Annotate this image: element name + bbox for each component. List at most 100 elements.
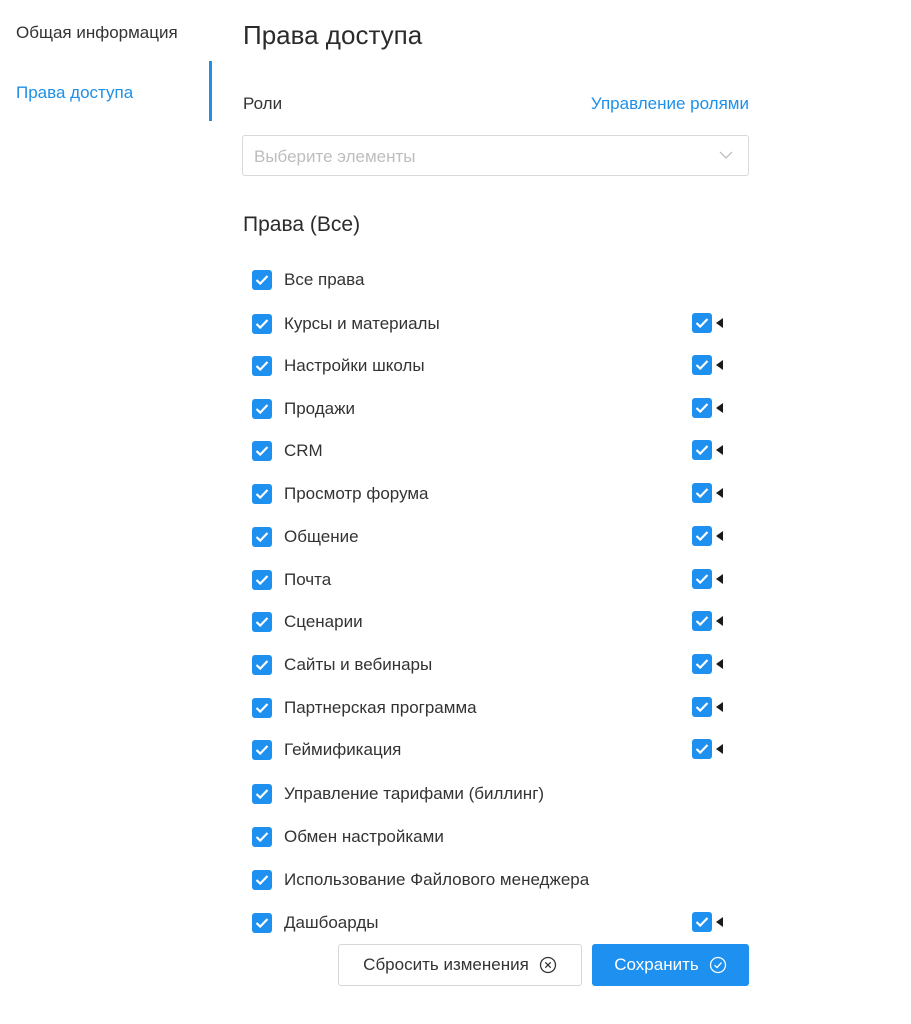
sub-permissions-checkbox[interactable]	[692, 398, 712, 418]
permission-label: Сценарии	[284, 612, 363, 631]
permission-checkbox[interactable]	[252, 314, 272, 334]
sub-permissions-checkbox[interactable]	[692, 739, 712, 759]
reset-button-label: Сбросить изменения	[363, 955, 529, 974]
permission-label: Сайты и вебинары	[284, 655, 433, 674]
sub-permissions-checkbox[interactable]	[692, 355, 712, 375]
permission-label: Использование Файлового менеджера	[284, 870, 590, 889]
permission-label: Все права	[284, 270, 365, 289]
caret-left-icon[interactable]	[716, 488, 723, 498]
sidebar-item-general-info[interactable]: Общая информация	[16, 22, 178, 44]
permission-label: Управление тарифами (биллинг)	[284, 784, 545, 803]
sidebar-item-access-rights[interactable]: Права доступа	[16, 82, 133, 104]
save-button[interactable]: Сохранить	[592, 944, 749, 986]
permission-checkbox[interactable]	[252, 870, 272, 890]
permission-row: Общение	[252, 515, 732, 559]
permission-row: Партнерская программа	[252, 686, 732, 730]
permission-checkbox[interactable]	[252, 827, 272, 847]
permission-label: CRM	[284, 441, 323, 460]
sub-permissions-checkbox[interactable]	[692, 912, 712, 932]
permission-label: Просмотр форума	[284, 484, 429, 503]
permission-checkbox[interactable]	[252, 784, 272, 804]
sub-permissions-toggle[interactable]	[692, 912, 726, 934]
caret-left-icon[interactable]	[716, 917, 723, 927]
caret-left-icon[interactable]	[716, 744, 723, 754]
permissions-title: Права (Все)	[243, 213, 361, 236]
permission-checkbox[interactable]	[252, 913, 272, 933]
sub-permissions-toggle[interactable]	[692, 739, 726, 761]
manage-roles-link[interactable]: Управление ролями	[591, 93, 749, 115]
permission-checkbox[interactable]	[252, 441, 272, 461]
permission-label: Настройки школы	[284, 356, 425, 375]
sub-permissions-checkbox[interactable]	[692, 654, 712, 674]
save-button-label: Сохранить	[614, 955, 699, 974]
permission-label: Почта	[284, 570, 332, 589]
permission-checkbox[interactable]	[252, 570, 272, 590]
caret-left-icon[interactable]	[716, 360, 723, 370]
permission-checkbox[interactable]	[252, 527, 272, 547]
sub-permissions-toggle[interactable]	[692, 355, 726, 377]
permission-checkbox[interactable]	[252, 740, 272, 760]
sub-permissions-toggle[interactable]	[692, 483, 726, 505]
permission-checkbox[interactable]	[252, 612, 272, 632]
permission-checkbox[interactable]	[252, 270, 272, 290]
permission-label: Партнерская программа	[284, 698, 477, 717]
permission-row: Все права	[252, 258, 732, 302]
caret-left-icon[interactable]	[716, 531, 723, 541]
permission-checkbox[interactable]	[252, 399, 272, 419]
caret-left-icon[interactable]	[716, 659, 723, 669]
permission-row: Настройки школы	[252, 344, 732, 388]
permission-row: Просмотр форума	[252, 472, 732, 516]
sub-permissions-checkbox[interactable]	[692, 483, 712, 503]
sub-permissions-checkbox[interactable]	[692, 569, 712, 589]
sub-permissions-toggle[interactable]	[692, 398, 726, 420]
sub-permissions-toggle[interactable]	[692, 611, 726, 633]
permission-label: Обмен настройками	[284, 827, 444, 846]
sub-permissions-toggle[interactable]	[692, 526, 726, 548]
permission-label: Дашбоарды	[284, 913, 379, 932]
caret-left-icon[interactable]	[716, 702, 723, 712]
roles-label: Роли	[243, 94, 283, 113]
permission-label: Курсы и материалы	[284, 314, 440, 333]
roles-select-placeholder: Выберите элементы	[254, 147, 416, 166]
sub-permissions-checkbox[interactable]	[692, 440, 712, 460]
caret-left-icon[interactable]	[716, 616, 723, 626]
caret-left-icon[interactable]	[716, 403, 723, 413]
permission-row: Дашбоарды	[252, 901, 732, 945]
sub-permissions-toggle[interactable]	[692, 440, 726, 462]
permission-row: Геймификация	[252, 728, 732, 772]
close-circle-icon	[539, 956, 556, 974]
caret-left-icon[interactable]	[716, 318, 723, 328]
sub-permissions-checkbox[interactable]	[692, 313, 712, 333]
permission-checkbox[interactable]	[252, 484, 272, 504]
permission-row: Продажи	[252, 387, 732, 431]
caret-left-icon[interactable]	[716, 574, 723, 584]
permission-row: Курсы и материалы	[252, 302, 732, 346]
permission-checkbox[interactable]	[252, 655, 272, 675]
permission-row: Использование Файлового менеджера	[252, 858, 732, 902]
reset-changes-button[interactable]: Сбросить изменения	[338, 944, 582, 986]
caret-left-icon[interactable]	[716, 445, 723, 455]
sub-permissions-toggle[interactable]	[692, 569, 726, 591]
permission-label: Геймификация	[284, 740, 402, 759]
sub-permissions-toggle[interactable]	[692, 313, 726, 335]
sub-permissions-checkbox[interactable]	[692, 611, 712, 631]
permission-row: Почта	[252, 558, 732, 602]
sidebar: Общая информация Права доступа	[0, 0, 212, 1024]
permission-label: Продажи	[284, 399, 355, 418]
check-circle-icon	[709, 956, 726, 974]
page-title: Права доступа	[243, 20, 423, 50]
roles-select[interactable]: Выберите элементы	[242, 135, 749, 176]
permission-row: Обмен настройками	[252, 815, 732, 859]
permission-checkbox[interactable]	[252, 698, 272, 718]
sub-permissions-checkbox[interactable]	[692, 526, 712, 546]
sub-permissions-checkbox[interactable]	[692, 697, 712, 717]
sub-permissions-toggle[interactable]	[692, 654, 726, 676]
permission-row: CRM	[252, 429, 732, 473]
permission-label: Общение	[284, 527, 359, 546]
sub-permissions-toggle[interactable]	[692, 697, 726, 719]
sidebar-active-indicator	[209, 61, 212, 121]
permission-row: Управление тарифами (биллинг)	[252, 772, 732, 816]
permission-row: Сценарии	[252, 600, 732, 644]
permission-row: Сайты и вебинары	[252, 643, 732, 687]
permission-checkbox[interactable]	[252, 356, 272, 376]
